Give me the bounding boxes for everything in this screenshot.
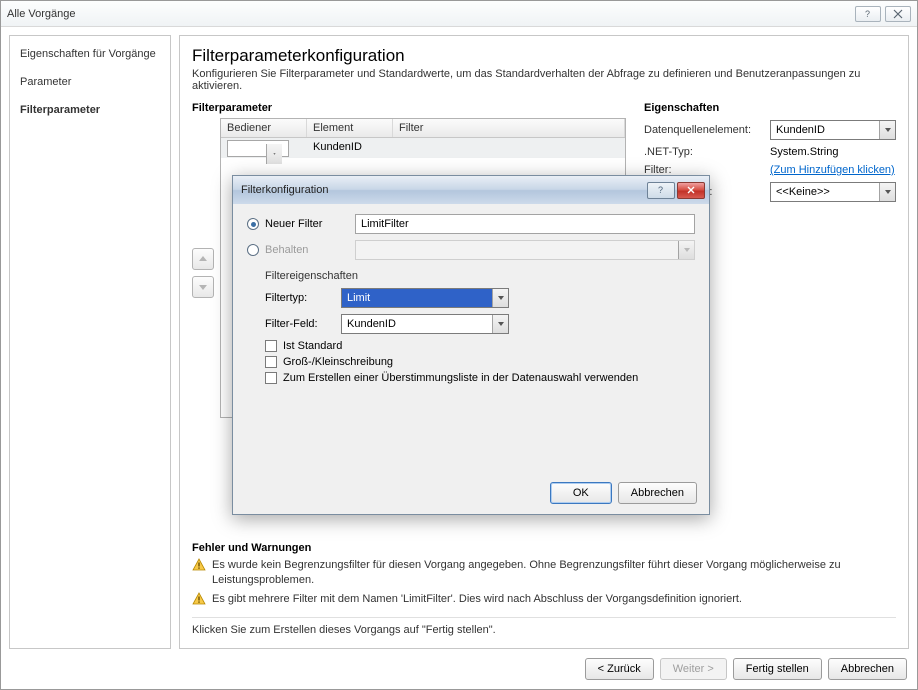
dialog-titlebar: Filterkonfiguration ? <box>233 176 709 204</box>
ok-button[interactable]: OK <box>550 482 612 504</box>
svg-text:?: ? <box>658 185 663 195</box>
cb-label-matchlist: Zum Erstellen einer Überstimmungsliste i… <box>283 372 638 384</box>
chevron-down-icon <box>678 241 694 259</box>
new-filter-label: Neuer Filter <box>265 218 349 230</box>
filter-config-dialog: Filterkonfiguration ? Neuer Filter Behal… <box>232 175 710 515</box>
dialog-title: Filterkonfiguration <box>241 184 647 196</box>
filterfeld-dropdown[interactable]: KundenID <box>341 314 509 334</box>
checkbox-case[interactable] <box>265 356 277 368</box>
filtertyp-dropdown[interactable]: Limit <box>341 288 509 308</box>
cb-label-default: Ist Standard <box>283 340 342 352</box>
filterprops-heading: Filtereigenschaften <box>265 270 695 282</box>
new-filter-input[interactable] <box>355 214 695 234</box>
dialog-close-button[interactable] <box>677 182 705 199</box>
radio-new-filter[interactable] <box>247 218 259 230</box>
cb-label-case: Groß-/Kleinschreibung <box>283 356 393 368</box>
checkbox-is-default[interactable] <box>265 340 277 352</box>
radio-keep[interactable] <box>247 244 259 256</box>
filterfeld-label: Filter-Feld: <box>265 318 341 330</box>
filtertyp-label: Filtertyp: <box>265 292 341 304</box>
keep-label: Behalten <box>265 244 349 256</box>
keep-dropdown <box>355 240 695 260</box>
checkbox-matchlist[interactable] <box>265 372 277 384</box>
dialog-cancel-button[interactable]: Abbrechen <box>618 482 697 504</box>
chevron-down-icon <box>492 315 508 333</box>
chevron-down-icon <box>492 289 508 307</box>
dialog-help-button[interactable]: ? <box>647 182 675 199</box>
